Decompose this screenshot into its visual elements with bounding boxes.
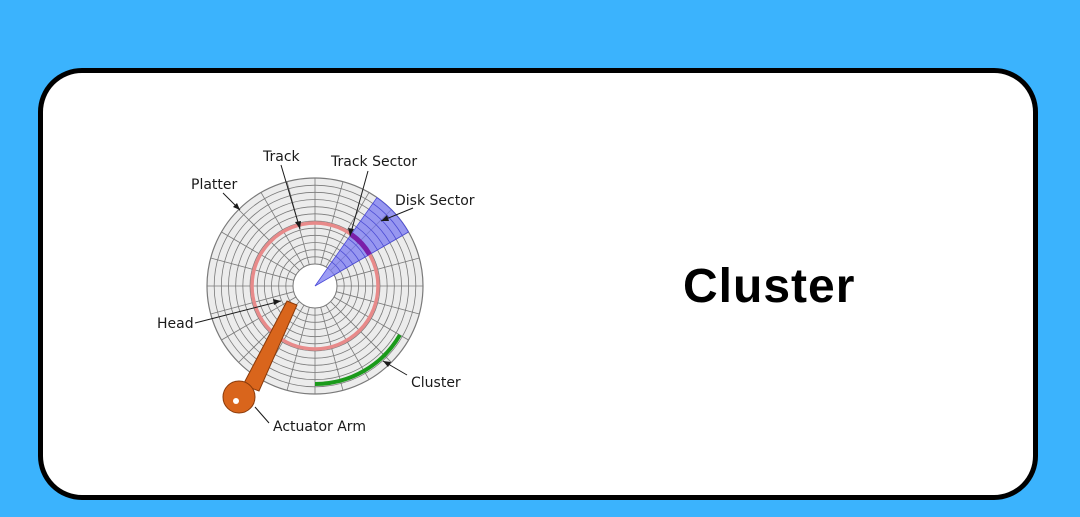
leader-actuator-arm <box>254 406 270 424</box>
card: Platter Track Track Sector Disk Sector H… <box>38 68 1038 500</box>
label-cluster: Cluster <box>411 375 461 391</box>
label-head: Head <box>157 316 194 332</box>
actuator-pivot <box>222 380 256 414</box>
label-track-sector: Track Sector <box>330 154 417 170</box>
label-disk-sector: Disk Sector <box>395 193 475 209</box>
actuator-pivot-hole <box>233 398 239 404</box>
hard-disk-diagram: Platter Track Track Sector Disk Sector H… <box>157 149 475 435</box>
page-title: Cluster <box>683 260 856 313</box>
label-track: Track <box>262 149 301 165</box>
label-platter: Platter <box>191 177 238 193</box>
label-actuator-arm: Actuator Arm <box>273 419 366 435</box>
